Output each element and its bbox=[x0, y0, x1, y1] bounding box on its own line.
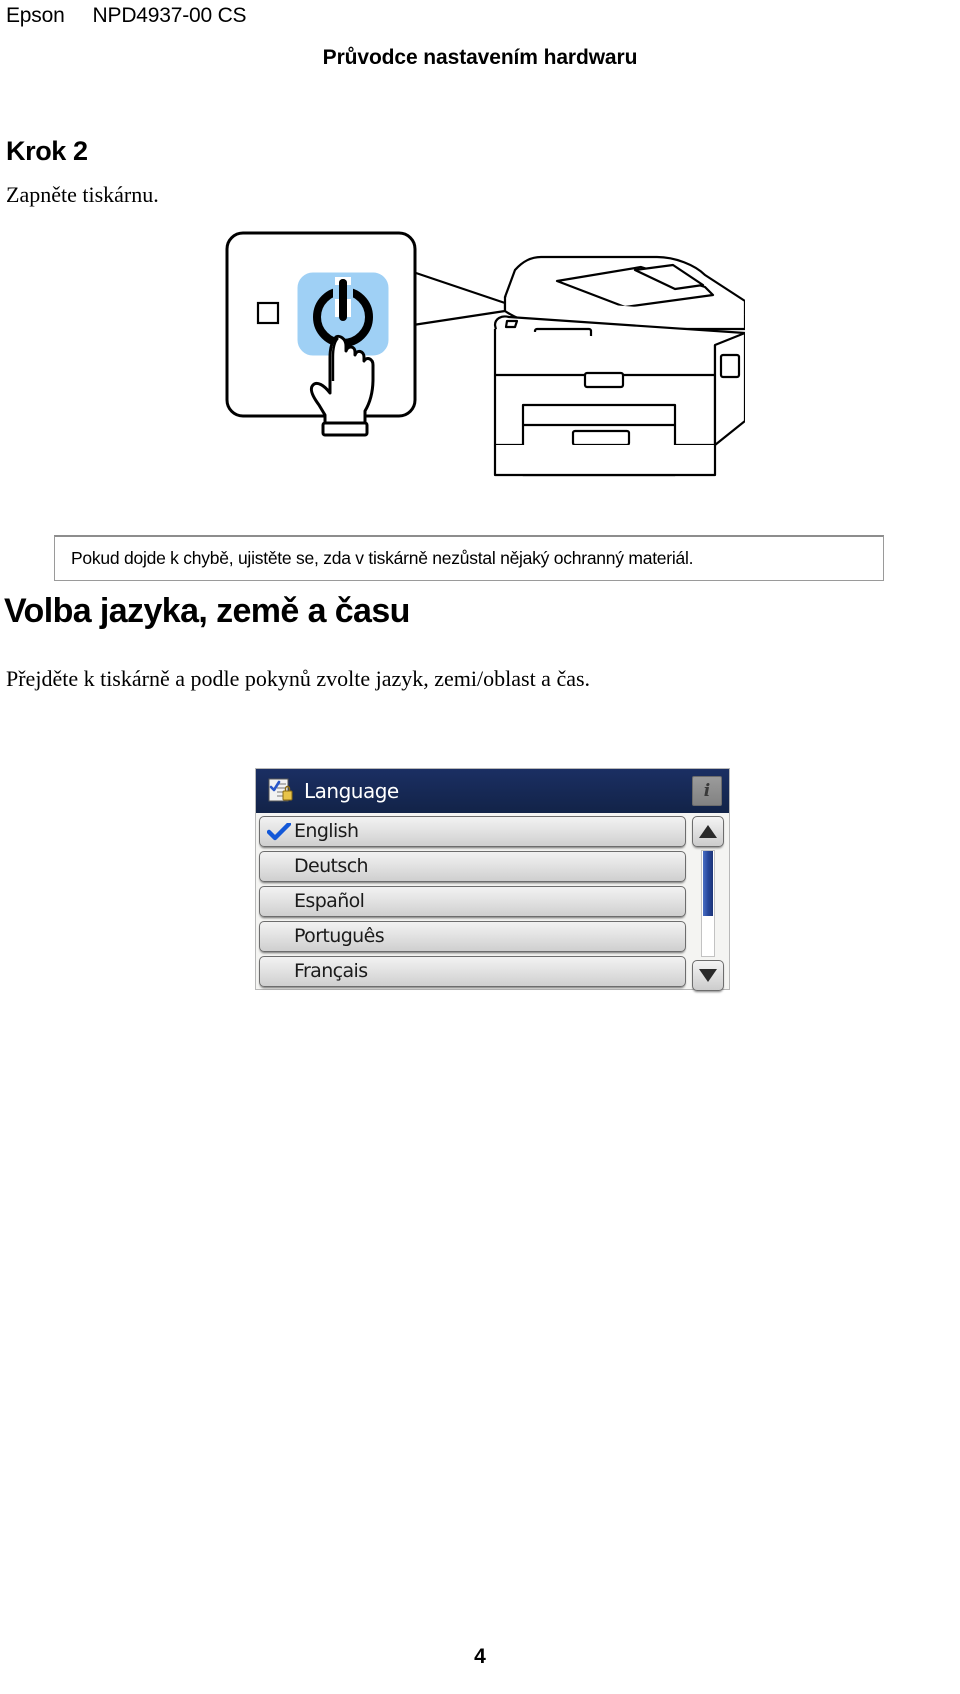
page-title: Průvodce nastavením hardwaru bbox=[322, 46, 638, 69]
scrollbar-track[interactable] bbox=[701, 850, 715, 957]
lcd-titlebar: Language i bbox=[256, 769, 729, 813]
triangle-up-icon bbox=[699, 825, 717, 838]
scroll-up-button[interactable] bbox=[692, 816, 724, 847]
printer-lcd-screen: Language i English Deutsch Español Portu… bbox=[255, 768, 730, 991]
document-number: NPD4937-00 CS bbox=[92, 4, 247, 27]
lcd-title-label: Language bbox=[304, 779, 399, 803]
note-box: Pokud dojde k chybě, ujistěte se, zda v … bbox=[54, 535, 884, 581]
scrollbar-thumb[interactable] bbox=[703, 851, 713, 917]
document-header: Epson NPD4937-00 CS bbox=[6, 4, 247, 28]
list-item-label: Português bbox=[294, 925, 385, 947]
printer-power-button-illustration bbox=[205, 225, 745, 480]
check-icon bbox=[264, 822, 294, 841]
list-item-label: Français bbox=[294, 960, 368, 982]
list-item[interactable]: Português bbox=[259, 921, 686, 952]
list-item[interactable]: Français bbox=[259, 956, 686, 987]
note-text: Pokud dojde k chybě, ujistěte se, zda v … bbox=[71, 548, 694, 568]
scrollbar[interactable] bbox=[690, 816, 726, 991]
list-item[interactable]: Español bbox=[259, 886, 686, 917]
scroll-down-button[interactable] bbox=[692, 960, 724, 991]
brand-name: Epson bbox=[6, 4, 65, 27]
lcd-body: English Deutsch Español Português França… bbox=[256, 813, 729, 991]
list-item-label: Español bbox=[294, 890, 365, 912]
list-item-label: English bbox=[294, 820, 359, 842]
section-instruction: Přejděte k tiskárně a podle pokynů zvolt… bbox=[6, 666, 591, 691]
step-heading: Krok 2 bbox=[6, 136, 88, 166]
language-list: English Deutsch Español Português França… bbox=[259, 816, 690, 991]
info-button[interactable]: i bbox=[692, 776, 722, 806]
list-item-label: Deutsch bbox=[294, 855, 369, 877]
list-item[interactable]: English bbox=[259, 816, 686, 847]
settings-list-lock-icon bbox=[268, 778, 294, 804]
step-instruction: Zapněte tiskárnu. bbox=[6, 182, 159, 207]
list-item[interactable]: Deutsch bbox=[259, 851, 686, 882]
page-number: 4 bbox=[474, 1645, 486, 1668]
section-heading: Volba jazyka, země a času bbox=[4, 592, 410, 630]
triangle-down-icon bbox=[699, 969, 717, 982]
